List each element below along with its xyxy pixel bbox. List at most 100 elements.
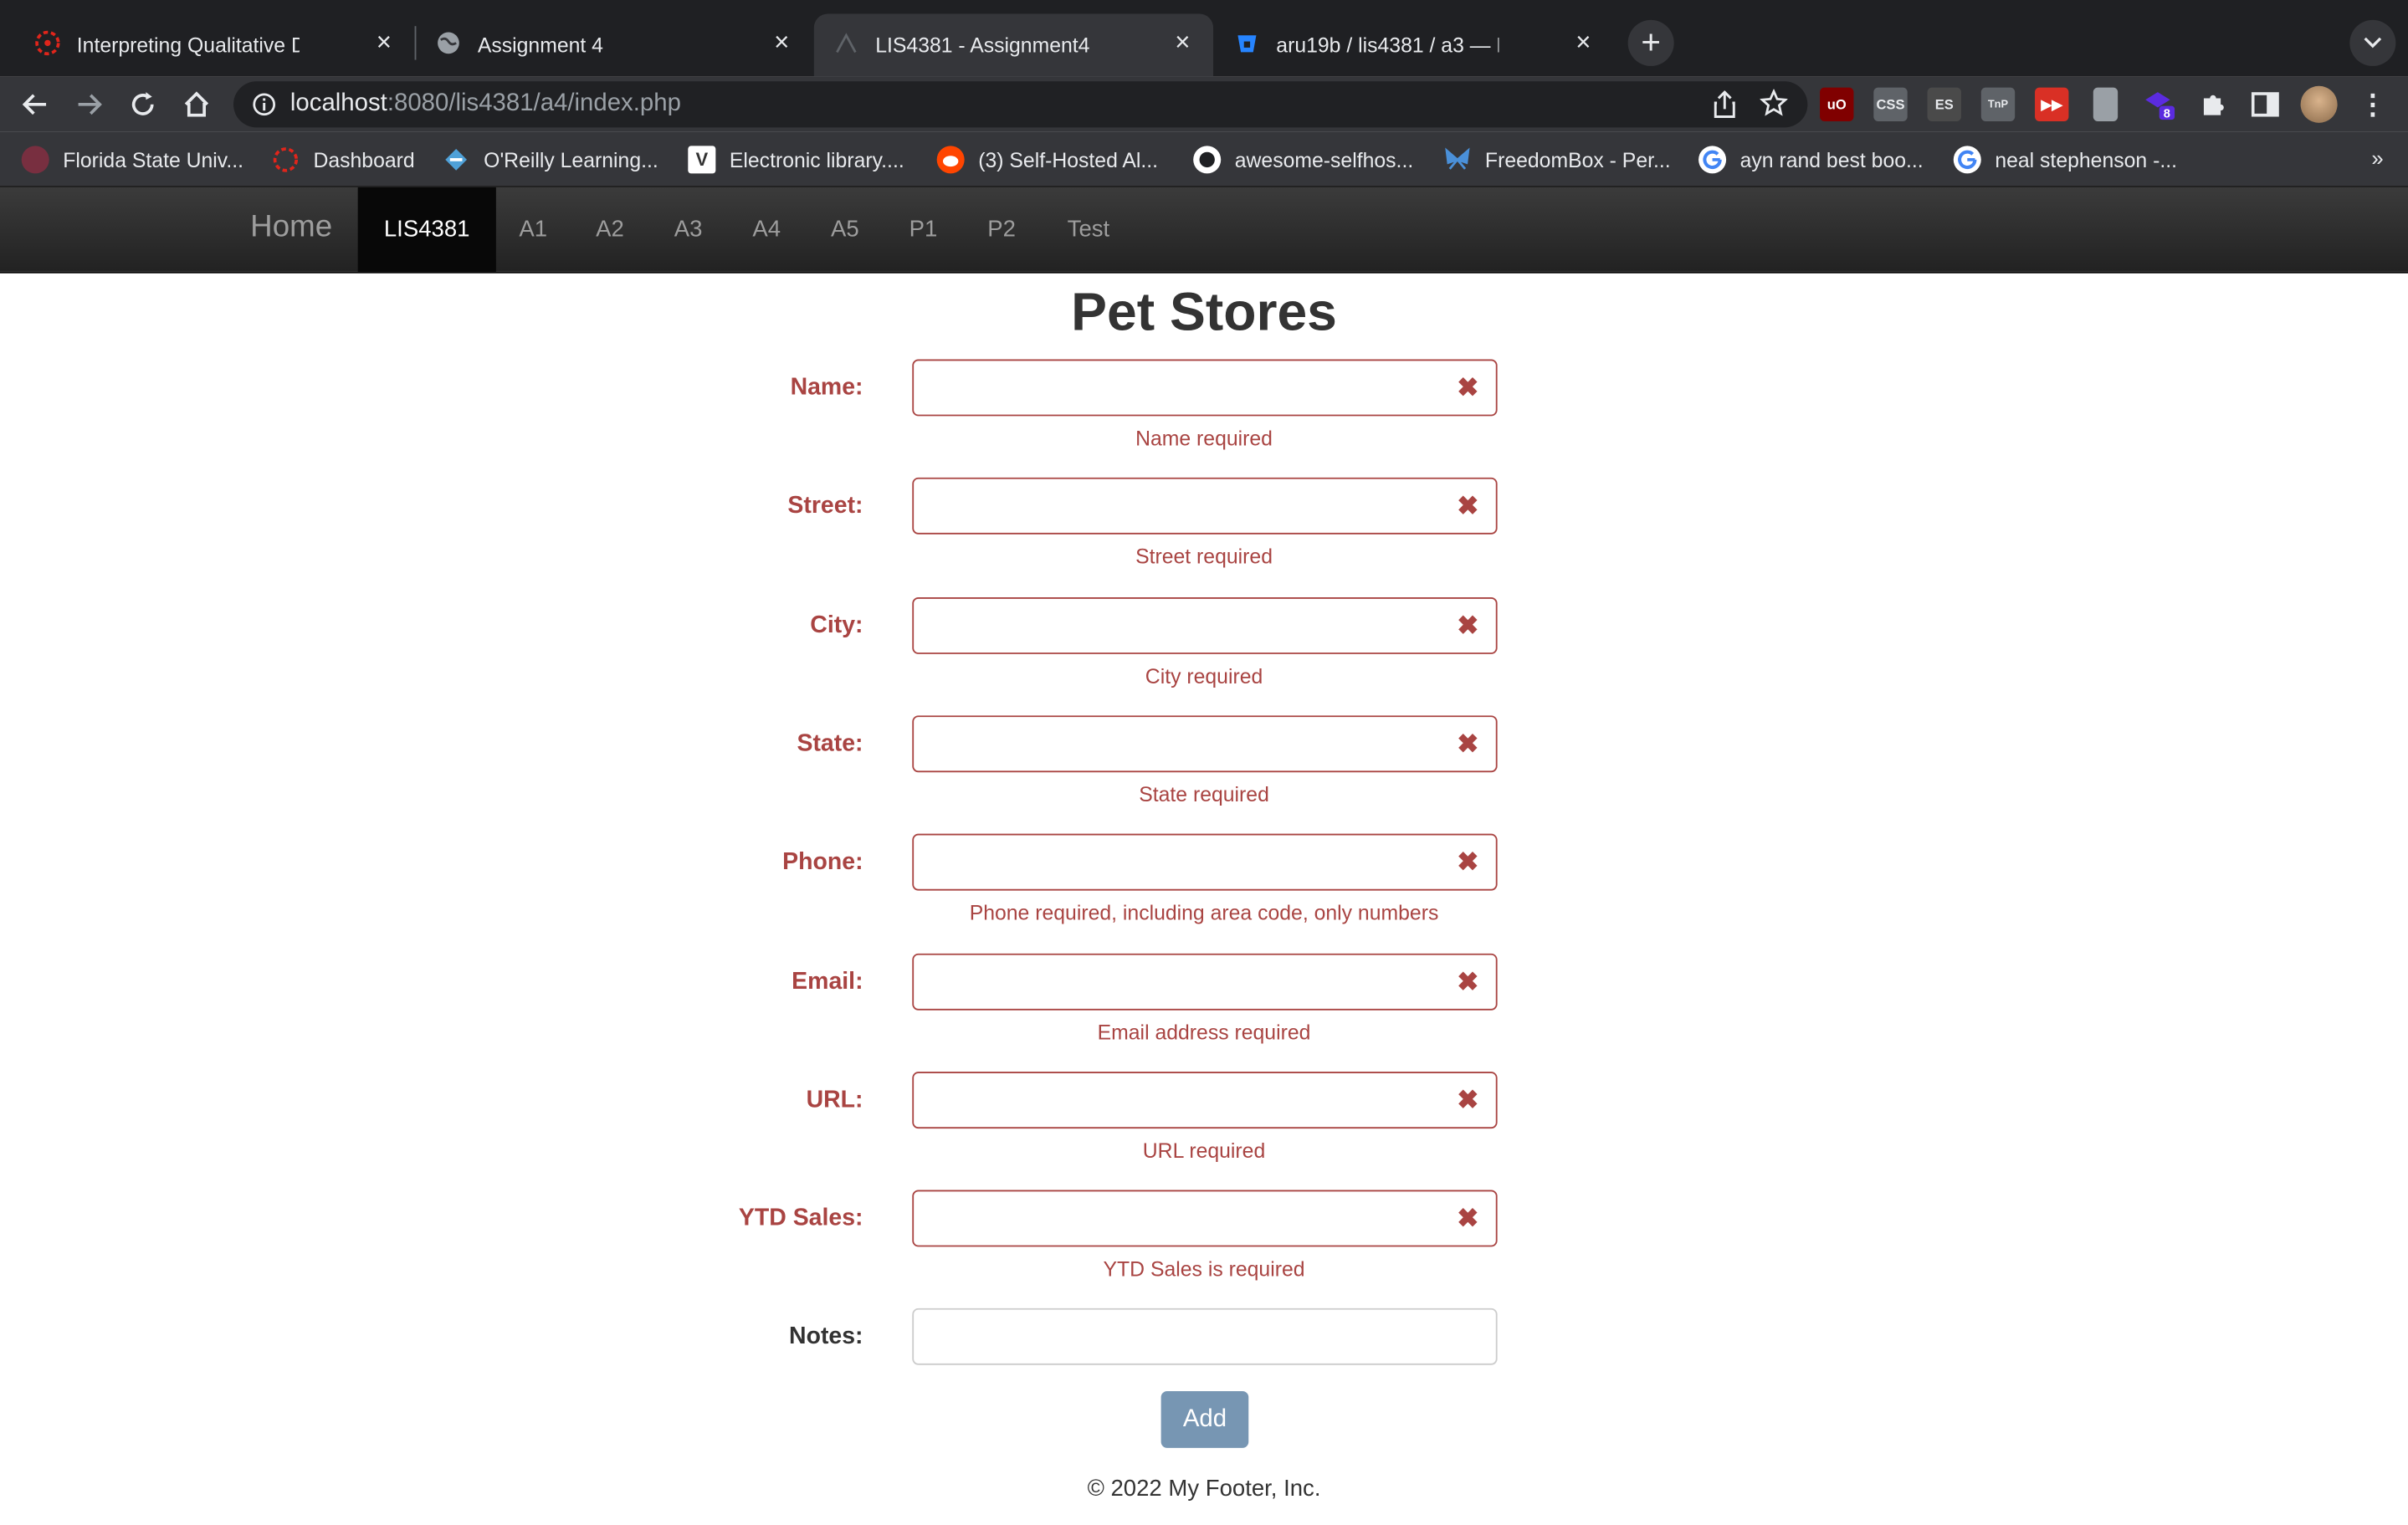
nav-item-a5[interactable]: A5	[831, 187, 859, 272]
form-row-name: Name: ✖ Name required	[0, 359, 2408, 483]
add-button[interactable]: Add	[1160, 1390, 1249, 1448]
browser-tab[interactable]: aru19b / lis4381 / a3 — Bitbucket ×	[1215, 14, 1614, 77]
form-row-state: State: ✖ State required	[0, 715, 2408, 838]
city-field[interactable]: ✖	[912, 597, 1498, 654]
bookmark-star-icon[interactable]	[1759, 88, 1789, 124]
bookmark-item[interactable]: Florida State Univ...	[21, 145, 244, 176]
phone-field[interactable]: ✖	[912, 833, 1498, 891]
error-message: Name required	[1135, 427, 1273, 450]
bookmark-label: (3) Self-Hosted Al...	[978, 148, 1159, 171]
close-icon[interactable]: ×	[1568, 28, 1599, 59]
fonts-icon[interactable]: TnP	[1980, 87, 2016, 122]
bookmark-item[interactable]: Dashboard	[272, 145, 415, 176]
globe-icon	[434, 29, 462, 57]
browser-tab[interactable]: Interpreting Qualitative Data ×	[15, 14, 414, 77]
home-button[interactable]	[175, 83, 218, 125]
bookmarks-bar: Florida State Univ... Dashboard O'Reilly…	[0, 131, 2408, 187]
field-label: City:	[810, 612, 863, 639]
field-label: State:	[797, 730, 863, 757]
canvas-icon	[33, 29, 61, 57]
ublock-icon[interactable]: uO	[1820, 87, 1854, 122]
puzzle-icon[interactable]	[2196, 88, 2230, 121]
email-field[interactable]: ✖	[912, 953, 1498, 1011]
ytd-sales-field[interactable]: ✖	[912, 1190, 1498, 1247]
v-icon: V	[688, 146, 716, 174]
error-message: Street required	[1135, 545, 1273, 569]
document-icon[interactable]	[2093, 87, 2119, 122]
state-field[interactable]: ✖	[912, 715, 1498, 773]
bookmark-item[interactable]: O'Reilly Learning...	[443, 145, 658, 176]
field-label: Name:	[790, 374, 863, 402]
bookmark-item[interactable]: awesome-selfhos...	[1193, 145, 1413, 176]
nav-brand-home[interactable]: Home	[250, 210, 332, 245]
github-icon	[1193, 146, 1222, 174]
url-field[interactable]: ✖	[912, 1072, 1498, 1129]
butterfly-icon	[1443, 146, 1471, 173]
css-icon[interactable]: CSS	[1873, 87, 1908, 122]
bookmark-label: FreedomBox - Per...	[1484, 148, 1671, 171]
nav-item-p2[interactable]: P2	[987, 187, 1016, 272]
tab-title: LIS4381 - Assignment4	[875, 33, 1090, 57]
nav-item-test[interactable]: Test	[1068, 187, 1110, 272]
nav-item-a3[interactable]: A3	[674, 187, 703, 272]
share-icon[interactable]	[1713, 90, 1737, 125]
close-icon[interactable]: ×	[369, 28, 400, 59]
es-icon[interactable]: ES	[1927, 87, 1961, 122]
fsu-seal-icon	[21, 146, 49, 174]
back-button[interactable]	[14, 83, 57, 125]
reddit-icon	[936, 146, 965, 174]
media-icon[interactable]: ▶▶	[2035, 87, 2069, 122]
error-message: Phone required, including area code, onl…	[969, 901, 1439, 924]
invalid-x-icon: ✖	[1457, 729, 1479, 759]
address-bar[interactable]: localhost:8080/lis4381/a4/index.php	[233, 81, 1808, 128]
close-icon[interactable]: ×	[766, 28, 797, 59]
reload-icon	[131, 92, 154, 115]
info-icon[interactable]	[252, 92, 276, 125]
bookmark-label: O'Reilly Learning...	[484, 148, 658, 171]
notes-field[interactable]	[912, 1308, 1498, 1365]
form-row-url: URL: ✖ URL required	[0, 1072, 2408, 1195]
nav-item-a4[interactable]: A4	[752, 187, 781, 272]
nav-item-a2[interactable]: A2	[596, 187, 624, 272]
bookmark-item[interactable]: ayn rand best boo...	[1698, 145, 1924, 176]
tab-search-button[interactable]	[2349, 19, 2396, 66]
bookmark-item[interactable]: V Electronic library....	[688, 145, 904, 176]
forward-button[interactable]	[68, 83, 110, 125]
bookmark-label: Dashboard	[313, 148, 415, 171]
invalid-x-icon: ✖	[1457, 373, 1479, 402]
browser-tab-active[interactable]: LIS4381 - Assignment4 ×	[813, 13, 1214, 77]
avatar[interactable]	[2300, 85, 2338, 123]
stack-icon[interactable]: 8	[2143, 88, 2176, 121]
form-row-city: City: ✖ City required	[0, 597, 2408, 720]
bookmark-label: Florida State Univ...	[63, 148, 244, 171]
field-label: Notes:	[789, 1323, 863, 1350]
google-icon	[1698, 146, 1727, 174]
menu-kebab-icon[interactable]: ⋮	[2356, 88, 2390, 121]
street-field[interactable]: ✖	[912, 477, 1498, 535]
nav-item-a1[interactable]: A1	[519, 187, 547, 272]
extension-badge: 8	[2164, 107, 2170, 120]
close-icon[interactable]: ×	[1167, 28, 1198, 59]
tab-title: Assignment 4	[477, 33, 603, 57]
canvas-icon	[272, 146, 300, 173]
name-field[interactable]: ✖	[912, 359, 1498, 417]
nav-item-p1[interactable]: P1	[909, 187, 938, 272]
reload-button[interactable]	[121, 83, 164, 125]
field-label: Street:	[787, 493, 863, 519]
bookmark-item[interactable]: (3) Self-Hosted Al...	[936, 145, 1159, 176]
form-row-ytd-sales: YTD Sales: ✖ YTD Sales is required	[0, 1190, 2408, 1313]
bookmark-item[interactable]: FreedomBox - Per...	[1443, 145, 1671, 176]
side-panel-icon[interactable]	[2248, 88, 2282, 121]
nav-item-lis4381[interactable]: LIS4381	[357, 187, 496, 272]
new-tab-button[interactable]: +	[1627, 19, 1674, 66]
bookmark-item[interactable]: neal stephenson -...	[1953, 145, 2177, 176]
invalid-x-icon: ✖	[1457, 611, 1479, 641]
invalid-x-icon: ✖	[1457, 847, 1479, 878]
field-label: Email:	[792, 969, 863, 995]
loading-icon	[833, 29, 860, 57]
bookmarks-overflow-button[interactable]: »	[2371, 146, 2383, 170]
browser-tab-strip: Interpreting Qualitative Data × Assignme…	[0, 0, 2408, 77]
page-footer: © 2022 My Footer, Inc.	[1087, 1475, 1321, 1502]
form-row-notes: Notes:	[0, 1308, 2408, 1369]
browser-tab[interactable]: Assignment 4 ×	[416, 14, 812, 77]
